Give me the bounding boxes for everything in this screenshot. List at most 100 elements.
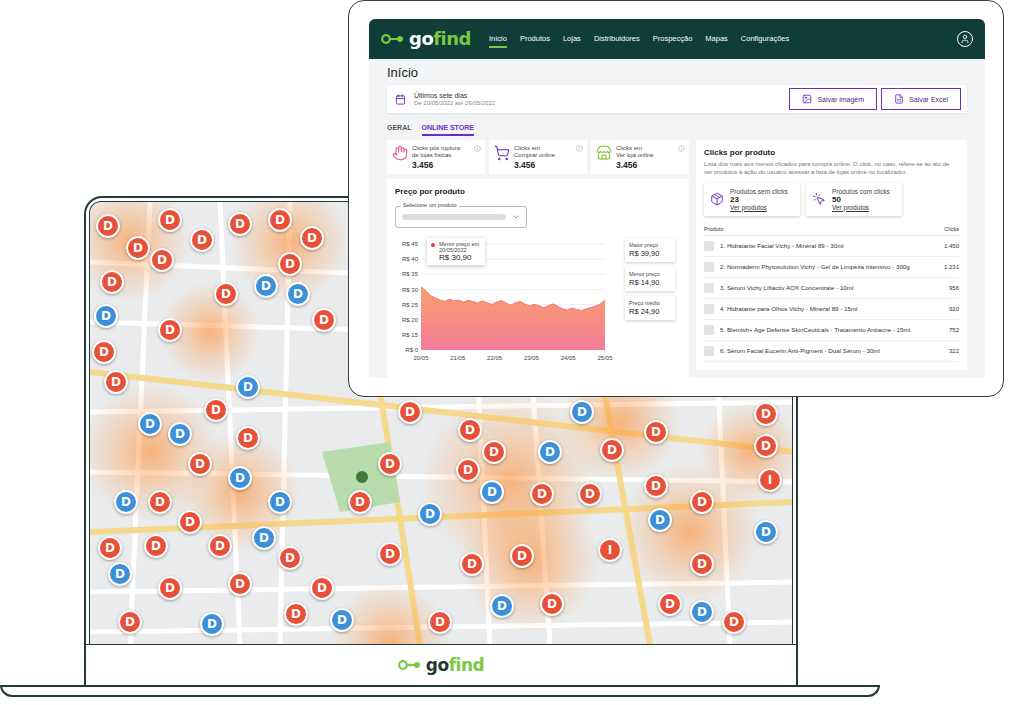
table-row[interactable]: 4. Hidratante para Olhos Vichy - Mineral… <box>704 299 959 320</box>
map-pin[interactable]: D <box>690 552 714 576</box>
nav-item[interactable]: Produtos <box>520 30 550 48</box>
table-row[interactable]: 1. Hidratante Facial Vichy - Minéral 89 … <box>704 236 959 257</box>
map-pin[interactable]: D <box>458 418 482 442</box>
product-select[interactable]: Selecione um produto <box>395 206 527 228</box>
map-pin[interactable]: D <box>310 576 334 600</box>
map-pin[interactable]: D <box>510 544 534 568</box>
map-pin[interactable]: D <box>108 562 132 586</box>
map-pin[interactable]: D <box>754 434 778 458</box>
map-pin[interactable]: D <box>268 208 292 232</box>
map-pin[interactable]: D <box>482 440 506 464</box>
map-pin[interactable]: D <box>278 546 302 570</box>
map-pin[interactable]: D <box>284 602 308 626</box>
map-pin[interactable]: D <box>168 422 192 446</box>
map-pin[interactable]: D <box>100 270 124 294</box>
save-button[interactable]: Salvar Excel <box>881 88 961 110</box>
map-pin[interactable]: D <box>228 466 252 490</box>
user-button[interactable] <box>957 31 973 47</box>
map-pin[interactable]: D <box>96 214 120 238</box>
tab[interactable]: ONLINE STORE <box>422 121 474 136</box>
map-pin[interactable]: D <box>190 228 214 252</box>
tab[interactable]: GERAL <box>387 121 412 136</box>
map-pin[interactable]: D <box>236 375 260 399</box>
map-pin[interactable]: D <box>378 452 402 476</box>
view-products-link[interactable]: Ver produtos <box>832 204 890 211</box>
map-pin[interactable]: D <box>214 282 238 306</box>
map-pin[interactable]: D <box>236 426 260 450</box>
nav-item[interactable]: Início <box>489 30 507 48</box>
map-pin[interactable]: D <box>754 520 778 544</box>
map-pin[interactable]: D <box>268 490 292 514</box>
nav-item[interactable]: Distribuidores <box>594 30 640 48</box>
map-pin[interactable]: D <box>148 490 172 514</box>
table-row[interactable]: 6. Sérum Facial Eucerin Anti-Pigment - D… <box>704 341 959 362</box>
map-pin[interactable]: D <box>150 248 174 272</box>
map-pin[interactable]: D <box>644 420 668 444</box>
map-pin[interactable]: D <box>690 600 714 624</box>
nav-item[interactable]: Lojas <box>563 30 581 48</box>
map-pin[interactable]: D <box>538 440 562 464</box>
map-pin[interactable]: D <box>138 412 162 436</box>
map-pin[interactable]: D <box>144 534 168 558</box>
map-pin[interactable]: D <box>94 304 118 328</box>
map-pin[interactable]: D <box>690 490 714 514</box>
map-pin[interactable]: D <box>158 576 182 600</box>
map-pin[interactable]: D <box>540 592 564 616</box>
nav-item[interactable]: Configurações <box>741 30 789 48</box>
table-row[interactable]: 5. Blemish+ Age Defense SkinCeuticals - … <box>704 320 959 341</box>
nav-item[interactable]: Mapas <box>705 30 728 48</box>
map-pin[interactable]: D <box>300 226 324 250</box>
view-products-link[interactable]: Ver produtos <box>730 204 788 211</box>
map-pin[interactable]: D <box>208 534 232 558</box>
save-button[interactable]: Salvar imagem <box>789 88 877 110</box>
map-pin[interactable]: D <box>330 608 354 632</box>
map-pin[interactable]: D <box>252 526 276 550</box>
map-pin[interactable]: I <box>758 468 782 492</box>
y-tick: R$ 25 <box>402 302 419 308</box>
map-pin[interactable]: D <box>178 510 202 534</box>
map-pin[interactable]: D <box>254 274 278 298</box>
map-pin[interactable]: D <box>570 400 594 424</box>
map-pin[interactable]: D <box>648 508 672 532</box>
map-pin[interactable]: D <box>158 318 182 342</box>
map-pin[interactable]: D <box>398 400 422 424</box>
info-icon[interactable] <box>678 145 685 152</box>
map-pin[interactable]: D <box>228 212 252 236</box>
info-icon[interactable] <box>576 145 583 152</box>
map-pin[interactable]: D <box>600 438 624 462</box>
table-row[interactable]: 3. Sérum Vichy Liftactiv AOX Concentrate… <box>704 278 959 299</box>
map-pin[interactable]: D <box>114 490 138 514</box>
map-pin[interactable]: D <box>118 610 142 634</box>
map-pin[interactable]: D <box>578 482 602 506</box>
map-pin[interactable]: D <box>644 474 668 498</box>
map-pin[interactable]: D <box>126 236 150 260</box>
map-pin[interactable]: D <box>228 572 252 596</box>
map-pin[interactable]: D <box>158 208 182 232</box>
map-pin[interactable]: D <box>754 402 778 426</box>
map-pin[interactable]: D <box>286 282 310 306</box>
map-pin[interactable]: D <box>456 458 480 482</box>
map-pin[interactable]: D <box>490 594 514 618</box>
map-pin[interactable]: D <box>92 340 116 364</box>
map-pin[interactable]: D <box>480 480 504 504</box>
map-pin[interactable]: D <box>722 610 746 634</box>
map-pin[interactable]: D <box>104 370 128 394</box>
map-pin[interactable]: D <box>378 542 402 566</box>
map-pin[interactable]: D <box>278 252 302 276</box>
map-pin[interactable]: D <box>530 482 554 506</box>
map-pin[interactable]: D <box>98 536 122 560</box>
table-row[interactable]: 2. Normaderm Phytosolution Vichy - Gel d… <box>704 257 959 278</box>
date-bar[interactable]: Últimos sete diasDe 20/05/2022 até 26/05… <box>387 85 967 113</box>
map-pin[interactable]: D <box>312 308 336 332</box>
map-pin[interactable]: I <box>598 538 622 562</box>
map-pin[interactable]: D <box>188 452 212 476</box>
map-pin[interactable]: D <box>658 592 682 616</box>
map-pin[interactable]: D <box>460 552 484 576</box>
map-pin[interactable]: D <box>428 610 452 634</box>
map-pin[interactable]: D <box>348 490 372 514</box>
nav-item[interactable]: Prospecção <box>653 30 693 48</box>
map-pin[interactable]: D <box>200 612 224 636</box>
map-pin[interactable]: D <box>418 502 442 526</box>
info-icon[interactable] <box>474 145 481 152</box>
map-pin[interactable]: D <box>204 398 228 422</box>
